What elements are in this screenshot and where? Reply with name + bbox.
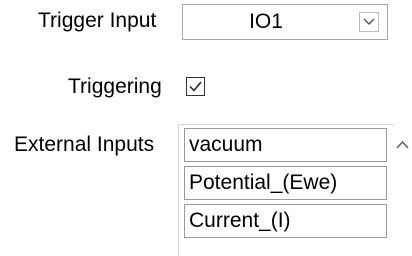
chevron-up-icon[interactable] bbox=[396, 140, 409, 149]
trigger-input-label: Trigger Input bbox=[38, 9, 157, 32]
external-inputs-scrollbar[interactable] bbox=[394, 124, 412, 256]
triggering-label: Triggering bbox=[68, 75, 162, 98]
trigger-input-selected-value: IO1 bbox=[249, 10, 283, 33]
settings-panel: Trigger Input IO1 Triggering External In… bbox=[0, 0, 412, 256]
triggering-checkbox[interactable] bbox=[186, 77, 205, 96]
external-inputs-list[interactable]: vacuum Potential_(Ewe) Current_(I) bbox=[178, 124, 394, 256]
dropdown-arrow-button[interactable] bbox=[359, 12, 379, 32]
checkmark-icon bbox=[189, 81, 202, 92]
external-input-item[interactable]: Current_(I) bbox=[184, 204, 387, 238]
external-input-item[interactable]: vacuum bbox=[184, 128, 387, 162]
chevron-down-icon bbox=[363, 18, 375, 25]
external-inputs-label: External Inputs bbox=[14, 133, 155, 156]
external-input-item[interactable]: Potential_(Ewe) bbox=[184, 166, 387, 200]
trigger-input-dropdown[interactable]: IO1 bbox=[182, 4, 388, 40]
